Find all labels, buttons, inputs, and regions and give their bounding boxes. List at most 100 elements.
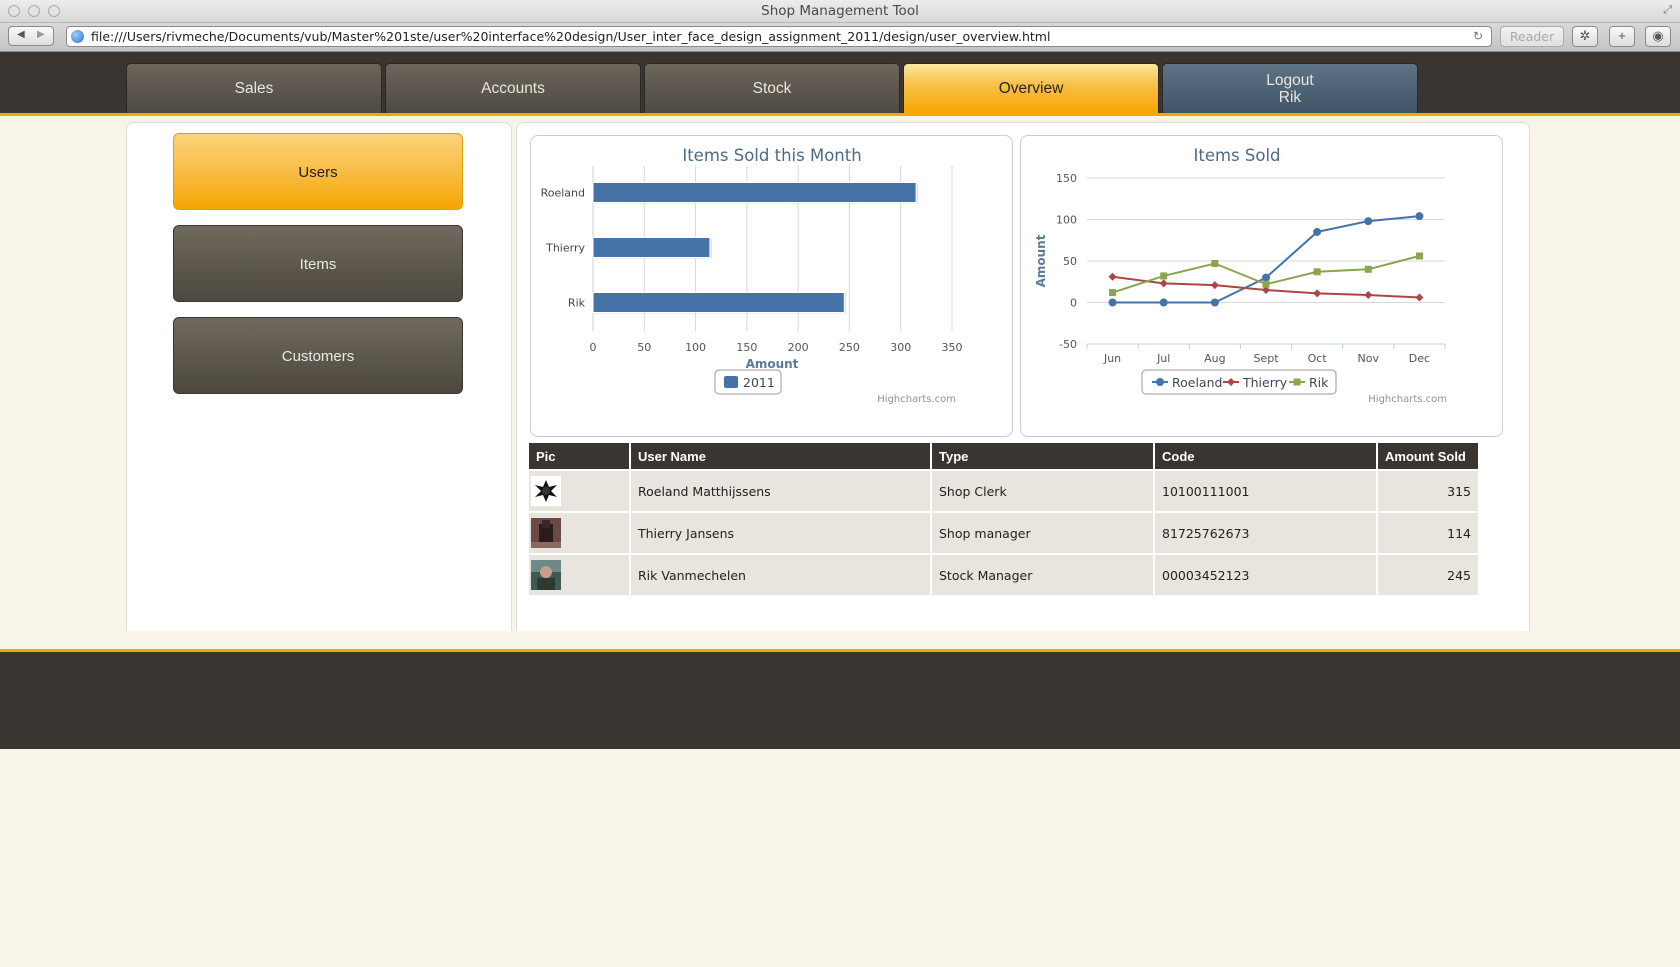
x-category-label: Jul: [1156, 352, 1170, 365]
table-row[interactable]: Rik Vanmechelen Stock Manager 0000345212…: [529, 555, 1480, 597]
extensions-icon[interactable]: ✲: [1572, 26, 1598, 47]
table-row[interactable]: Thierry Jansens Shop manager 81725762673…: [529, 513, 1480, 555]
credit-label: Highcharts.com: [1368, 394, 1447, 405]
bar-chart-svg: Items Sold this Month 0 50 100 150 200 250 300 3…: [541, 146, 963, 405]
y-category-label: Thierry: [545, 242, 585, 255]
x-tick-label: 300: [890, 341, 911, 354]
x-category-label: Nov: [1358, 352, 1380, 365]
data-point: [1210, 298, 1219, 307]
data-point: [1364, 265, 1372, 273]
amount-sold-cell: 245: [1378, 555, 1480, 597]
x-category-label: Sept: [1253, 352, 1279, 365]
data-point: [1210, 281, 1219, 290]
legend-swatch: [724, 376, 738, 388]
amount-sold-cell: 114: [1378, 513, 1480, 555]
col-header-amount-sold[interactable]: Amount Sold: [1378, 443, 1480, 471]
data-point: [1262, 280, 1270, 288]
data-point: [1109, 289, 1117, 297]
sidebar-item-users[interactable]: Users: [173, 133, 463, 210]
col-header-pic[interactable]: Pic: [529, 443, 631, 471]
address-bar[interactable]: file:///Users/rivmeche/Documents/vub/Mas…: [66, 26, 1492, 47]
y-tick-label: 50: [1063, 255, 1077, 268]
logout-label: Logout: [1266, 72, 1314, 89]
browser-toolbar: ◀ ▶ file:///Users/rivmeche/Documents/vub…: [0, 23, 1680, 52]
items-sold-month-chart: Items Sold this Month 0 50 100 150 200 250 300 3…: [530, 135, 1013, 437]
tab-sales[interactable]: Sales: [126, 63, 382, 113]
globe-icon: [71, 30, 84, 43]
pic-cell: [529, 471, 631, 513]
legend-label: Thierry: [1242, 375, 1288, 390]
fullscreen-icon[interactable]: ⤢: [1663, 4, 1672, 17]
x-category-label: Aug: [1204, 352, 1225, 365]
pic-cell: [529, 513, 631, 555]
tab-accounts[interactable]: Accounts: [385, 63, 641, 113]
data-point: [1156, 378, 1164, 386]
rik-avatar: [531, 560, 561, 590]
data-point: [1262, 273, 1270, 282]
data-point: [1159, 298, 1168, 307]
x-tick-label: 200: [788, 341, 809, 354]
chart-title: Items Sold this Month: [682, 146, 861, 165]
logged-in-user: Rik: [1278, 89, 1302, 106]
user-code-cell: 10100111001: [1155, 471, 1378, 513]
forward-icon[interactable]: ▶: [37, 29, 45, 40]
x-category-label: Dec: [1409, 352, 1430, 365]
table-header-row: Pic User Name Type Code Amount Sold: [529, 443, 1480, 471]
data-point: [1364, 217, 1373, 226]
bar-roeland: [592, 182, 917, 203]
user-code-cell: 81725762673: [1155, 513, 1378, 555]
data-point: [1159, 279, 1168, 288]
data-point: [1293, 378, 1301, 386]
col-header-type[interactable]: Type: [932, 443, 1155, 471]
reader-button[interactable]: Reader: [1500, 26, 1564, 47]
x-tick-label: 0: [590, 341, 597, 354]
logout-button[interactable]: Logout Rik: [1162, 63, 1418, 113]
data-point: [1108, 272, 1117, 281]
data-point: [1160, 272, 1168, 280]
x-category-label: Oct: [1308, 352, 1328, 365]
downloads-icon[interactable]: ◉: [1645, 26, 1671, 47]
tab-overview[interactable]: Overview: [903, 63, 1159, 113]
y-tick-label: 150: [1056, 172, 1077, 185]
users-table: Pic User Name Type Code Amount Sold Roel…: [529, 443, 1480, 597]
data-point: [1415, 212, 1424, 221]
pic-cell: [529, 555, 631, 597]
user-type-cell: Shop manager: [932, 513, 1155, 555]
items-sold-chart: Items Sold -50 0 50 100 150 Jun Jul Aug Sept Oct No…: [1020, 135, 1503, 437]
x-axis-title: Amount: [746, 357, 799, 371]
window-titlebar: Shop Management Tool ⤢: [0, 0, 1680, 23]
col-header-code[interactable]: Code: [1155, 443, 1378, 471]
user-name-cell: Rik Vanmechelen: [631, 555, 932, 597]
table-row[interactable]: Roeland Matthijssens Shop Clerk 10100111…: [529, 471, 1480, 513]
app-footer: [0, 649, 1680, 749]
data-point: [1313, 227, 1322, 236]
sidebar-item-customers[interactable]: Customers: [173, 317, 463, 394]
data-point: [1211, 259, 1219, 267]
reload-icon[interactable]: ↻: [1473, 29, 1483, 43]
data-point: [1313, 289, 1322, 298]
legend-label: 2011: [743, 375, 775, 390]
credit-label: Highcharts.com: [877, 394, 956, 405]
add-bookmark-icon[interactable]: +: [1609, 26, 1635, 47]
back-forward-buttons[interactable]: ◀ ▶: [8, 26, 54, 46]
user-type-cell: Stock Manager: [932, 555, 1155, 597]
legend-label: Roeland: [1172, 375, 1222, 390]
tab-stock[interactable]: Stock: [644, 63, 900, 113]
y-tick-label: -50: [1059, 338, 1077, 351]
data-point: [1313, 268, 1321, 276]
user-code-cell: 00003452123: [1155, 555, 1378, 597]
y-category-label: Roeland: [541, 187, 585, 200]
user-name-cell: Thierry Jansens: [631, 513, 932, 555]
y-tick-label: 0: [1070, 297, 1077, 310]
user-name-cell: Roeland Matthijssens: [631, 471, 932, 513]
legend-label: Rik: [1309, 375, 1329, 390]
col-header-user-name[interactable]: User Name: [631, 443, 932, 471]
back-icon[interactable]: ◀: [17, 29, 25, 40]
sidebar-item-items[interactable]: Items: [173, 225, 463, 302]
url-text[interactable]: file:///Users/rivmeche/Documents/vub/Mas…: [91, 29, 1050, 44]
window-title: Shop Management Tool: [761, 3, 919, 19]
x-tick-label: 350: [942, 341, 963, 354]
thierry-avatar: [531, 518, 561, 548]
y-tick-label: 100: [1056, 214, 1077, 227]
y-category-label: Rik: [568, 297, 586, 310]
